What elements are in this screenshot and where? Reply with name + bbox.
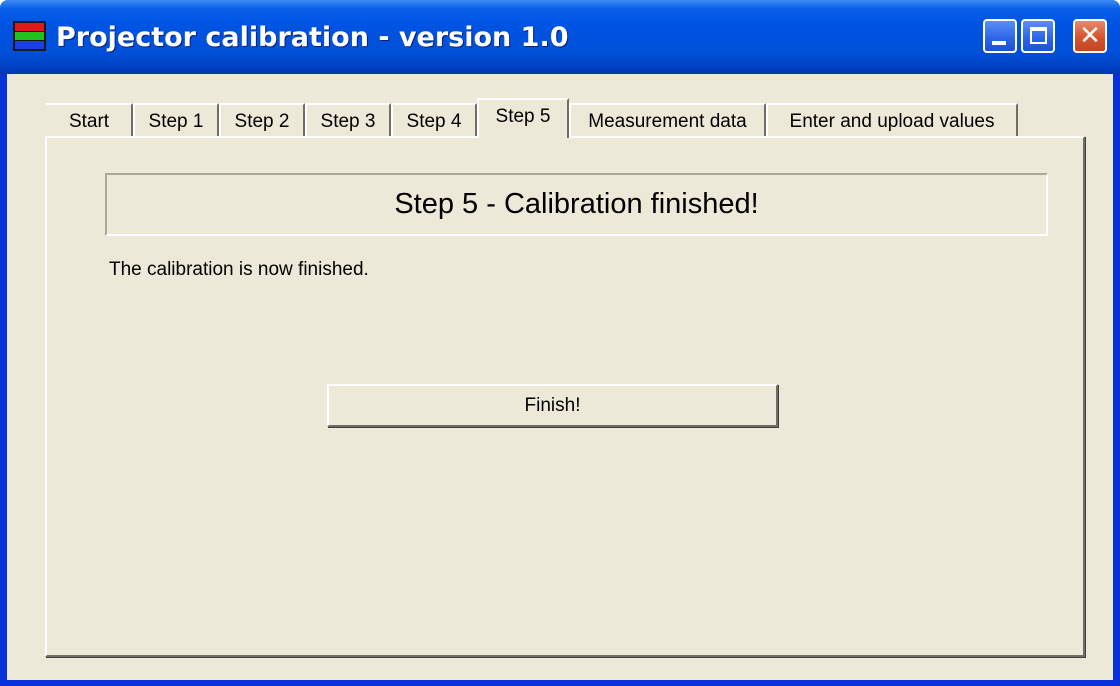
close-icon: ✕ xyxy=(1079,21,1101,51)
finish-button[interactable]: Finish! xyxy=(327,384,778,427)
tab-start[interactable]: Start xyxy=(45,103,133,137)
window-title: Projector calibration - version 1.0 xyxy=(56,22,569,53)
tab-panel-step-5: Step 5 - Calibration finished! The calib… xyxy=(45,136,1085,657)
app-icon xyxy=(13,21,46,51)
app-window: Projector calibration - version 1.0 ✕ St… xyxy=(0,0,1120,686)
minimize-icon xyxy=(992,41,1006,45)
maximize-icon xyxy=(1030,27,1047,44)
page-title: Step 5 - Calibration finished! xyxy=(394,188,759,220)
minimize-button[interactable] xyxy=(983,19,1017,53)
tab-step-2[interactable]: Step 2 xyxy=(219,103,305,137)
client-area: Start Step 1 Step 2 Step 3 Step 4 Step 5… xyxy=(7,74,1113,680)
tab-measurement-data[interactable]: Measurement data xyxy=(569,103,766,137)
heading-frame: Step 5 - Calibration finished! xyxy=(105,173,1048,236)
title-bar[interactable]: Projector calibration - version 1.0 ✕ xyxy=(0,0,1120,74)
close-button[interactable]: ✕ xyxy=(1073,19,1107,53)
tab-step-3[interactable]: Step 3 xyxy=(305,103,391,137)
maximize-button[interactable] xyxy=(1021,19,1055,53)
tab-step-1[interactable]: Step 1 xyxy=(133,103,219,137)
tab-step-5[interactable]: Step 5 xyxy=(477,98,569,138)
tab-enter-and-upload-values[interactable]: Enter and upload values xyxy=(766,103,1018,137)
status-message: The calibration is now finished. xyxy=(109,259,369,280)
tab-step-4[interactable]: Step 4 xyxy=(391,103,477,137)
